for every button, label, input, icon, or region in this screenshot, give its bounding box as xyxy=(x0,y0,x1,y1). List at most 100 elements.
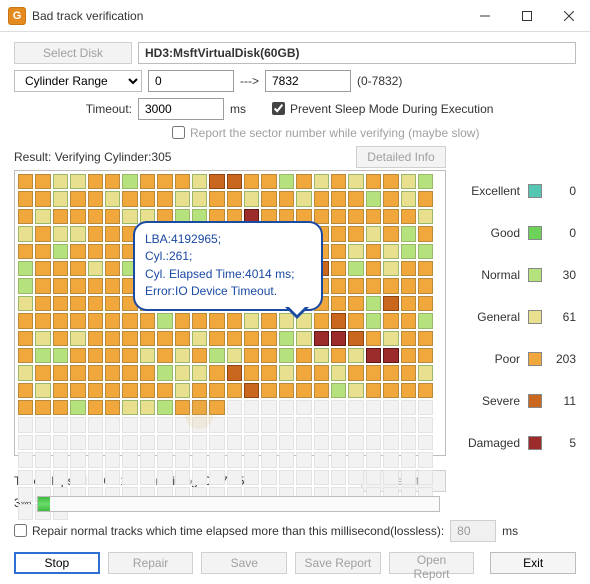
grid-cell xyxy=(261,191,276,206)
grid-cell xyxy=(331,348,346,363)
grid-cell xyxy=(70,365,85,380)
grid-cell xyxy=(209,174,224,189)
prevent-sleep-checkbox[interactable]: Prevent Sleep Mode During Execution xyxy=(272,102,493,116)
grid-cell xyxy=(53,313,68,328)
grid-cell xyxy=(122,470,137,485)
close-button[interactable] xyxy=(548,0,590,32)
grid-cell xyxy=(279,174,294,189)
grid-cell xyxy=(366,313,381,328)
grid-cell xyxy=(296,383,311,398)
grid-cell xyxy=(157,400,172,415)
grid-cell xyxy=(331,383,346,398)
grid-cell xyxy=(175,435,190,450)
report-sector-label: Report the sector number while verifying… xyxy=(190,126,479,140)
grid-cell xyxy=(192,348,207,363)
grid-cell xyxy=(53,365,68,380)
grid-cell xyxy=(383,452,398,467)
grid-cell xyxy=(105,313,120,328)
grid-cell xyxy=(244,417,259,432)
repair-threshold-input[interactable] xyxy=(450,520,496,542)
grid-cell xyxy=(296,191,311,206)
legend-swatch xyxy=(528,184,542,198)
grid-cell xyxy=(227,348,242,363)
grid-cell xyxy=(53,278,68,293)
grid-cell xyxy=(279,348,294,363)
grid-cell xyxy=(105,261,120,276)
grid-cell xyxy=(383,400,398,415)
grid-cell xyxy=(140,174,155,189)
grid-cell xyxy=(227,400,242,415)
grid-cell xyxy=(331,470,346,485)
legend-name: Excellent xyxy=(456,184,520,198)
grid-cell xyxy=(53,417,68,432)
grid-cell xyxy=(383,296,398,311)
grid-cell xyxy=(140,470,155,485)
grid-cell xyxy=(35,296,50,311)
timeout-input[interactable] xyxy=(138,98,224,120)
grid-cell xyxy=(35,174,50,189)
grid-cell xyxy=(348,296,363,311)
grid-cell xyxy=(18,209,33,224)
grid-cell xyxy=(35,313,50,328)
grid-cell xyxy=(261,348,276,363)
grid-cell xyxy=(53,261,68,276)
repair-button[interactable]: Repair xyxy=(108,552,194,574)
grid-cell xyxy=(331,452,346,467)
grid-cell xyxy=(418,296,433,311)
grid-cell xyxy=(244,435,259,450)
grid-cell xyxy=(418,261,433,276)
grid-cell xyxy=(88,383,103,398)
repair-tracks-checkbox[interactable]: Repair normal tracks which time elapsed … xyxy=(14,524,444,538)
grid-cell xyxy=(401,261,416,276)
grid-cell xyxy=(18,470,33,485)
grid-cell xyxy=(157,452,172,467)
select-disk-button[interactable]: Select Disk xyxy=(14,42,132,64)
grid-cell xyxy=(383,365,398,380)
grid-cell xyxy=(157,348,172,363)
legend-count: 203 xyxy=(550,352,576,366)
grid-cell xyxy=(383,331,398,346)
legend-row: Severe11 xyxy=(456,380,576,422)
grid-cell xyxy=(209,365,224,380)
grid-cell xyxy=(70,226,85,241)
watermark-icon xyxy=(185,401,213,429)
legend-row: Excellent0 xyxy=(456,170,576,212)
grid-cell xyxy=(140,435,155,450)
grid-cell xyxy=(88,313,103,328)
grid-cell xyxy=(105,296,120,311)
range-from-input[interactable] xyxy=(148,70,234,92)
legend-name: Severe xyxy=(456,394,520,408)
grid-cell xyxy=(192,383,207,398)
detailed-info-button[interactable]: Detailed Info xyxy=(356,146,446,168)
grid-cell xyxy=(348,174,363,189)
grid-cell xyxy=(88,209,103,224)
grid-cell xyxy=(401,435,416,450)
grid-cell xyxy=(88,191,103,206)
exit-button[interactable]: Exit xyxy=(490,552,576,574)
maximize-button[interactable] xyxy=(506,0,548,32)
grid-cell xyxy=(279,417,294,432)
save-button[interactable]: Save xyxy=(201,552,287,574)
grid-cell xyxy=(53,191,68,206)
grid-cell xyxy=(70,296,85,311)
grid-cell xyxy=(88,452,103,467)
grid-cell xyxy=(209,191,224,206)
report-sector-checkbox[interactable]: Report the sector number while verifying… xyxy=(172,126,479,140)
grid-cell xyxy=(296,435,311,450)
legend-swatch xyxy=(528,226,542,240)
sector-tooltip: LBA:4192965; Cyl.:261; Cyl. Elapsed Time… xyxy=(133,221,323,311)
open-report-button[interactable]: Open Report xyxy=(389,552,475,574)
grid-cell xyxy=(261,365,276,380)
stop-button[interactable]: Stop xyxy=(14,552,100,574)
save-report-button[interactable]: Save Report xyxy=(295,552,381,574)
range-mode-select[interactable]: Cylinder Range xyxy=(14,70,142,92)
timeout-unit: ms xyxy=(230,102,246,116)
grid-cell xyxy=(35,278,50,293)
grid-cell xyxy=(296,348,311,363)
grid-cell xyxy=(192,435,207,450)
range-to-input[interactable] xyxy=(265,70,351,92)
grid-cell xyxy=(157,365,172,380)
minimize-button[interactable] xyxy=(464,0,506,32)
grid-cell xyxy=(261,174,276,189)
grid-cell xyxy=(35,470,50,485)
